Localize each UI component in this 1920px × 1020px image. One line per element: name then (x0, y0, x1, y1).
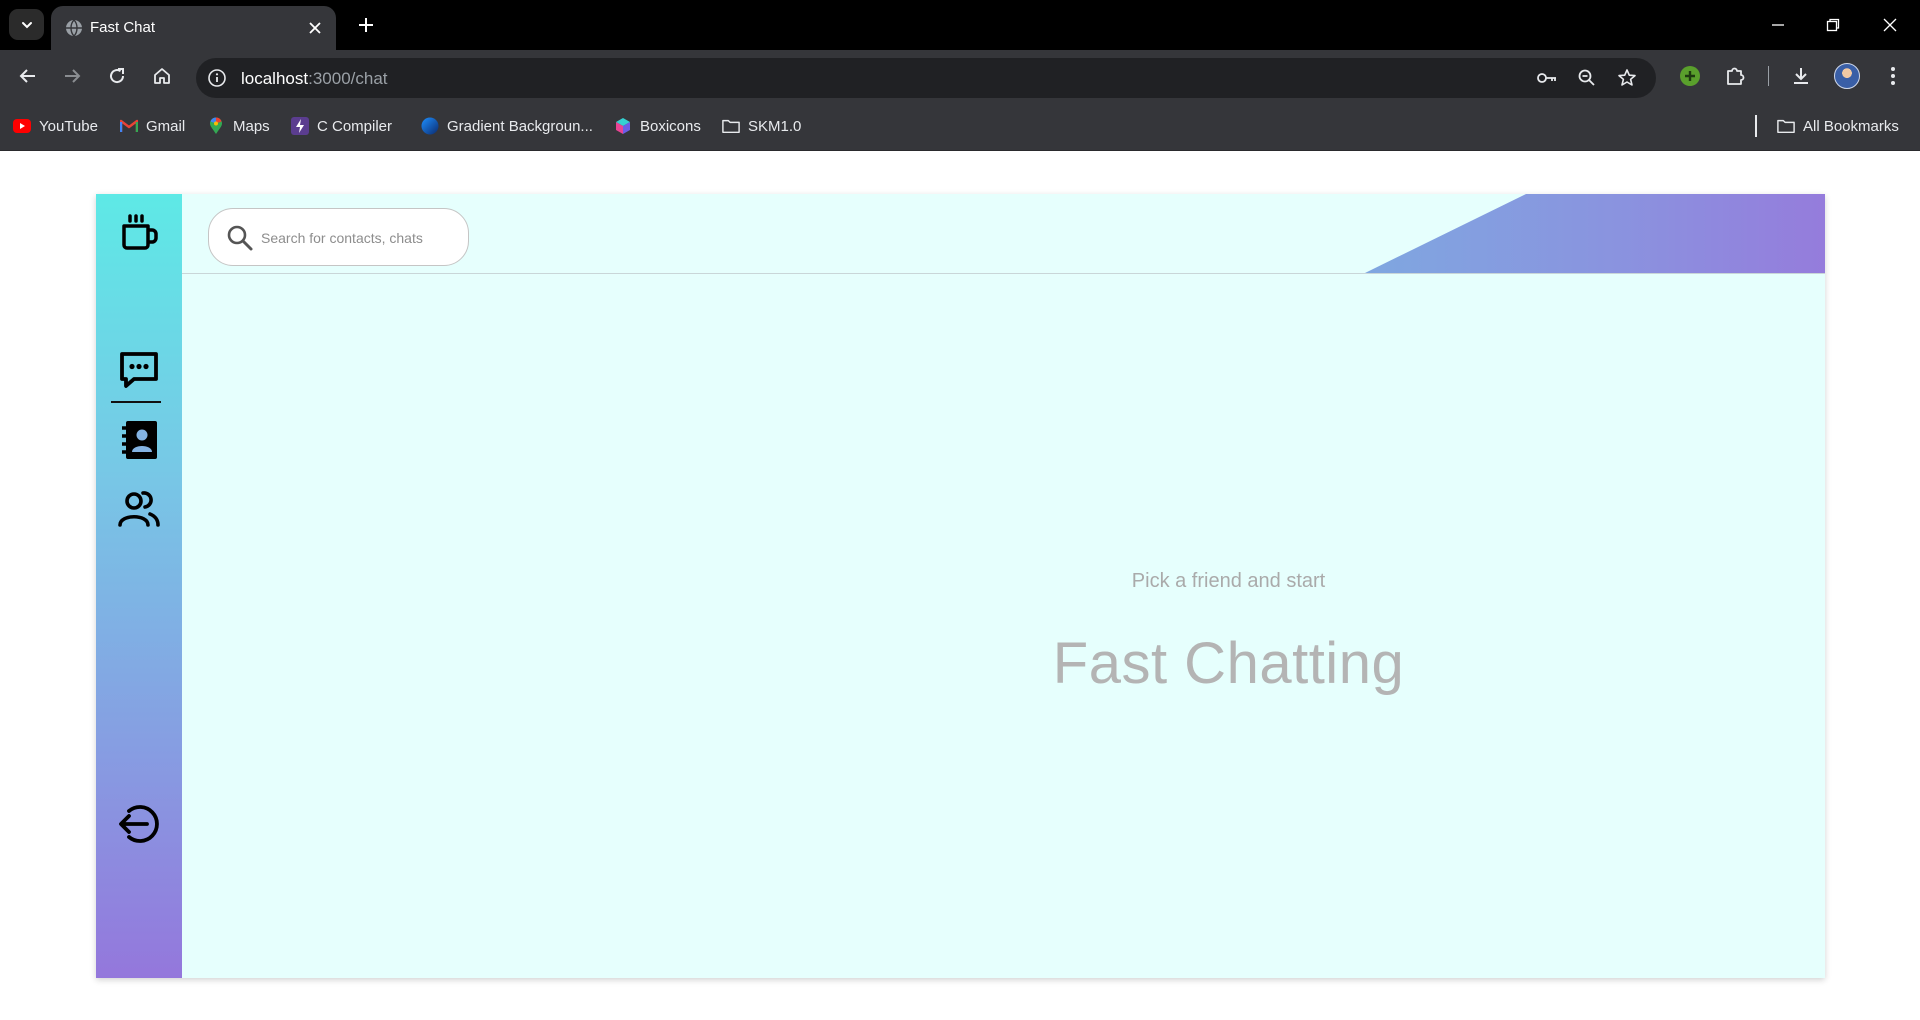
bookmark-gmail[interactable]: Gmail (120, 115, 185, 137)
sidebar-item-groups[interactable] (114, 484, 164, 534)
active-tab-indicator (111, 401, 161, 403)
home-button[interactable] (145, 59, 179, 93)
bookmark-label: Maps (233, 117, 270, 135)
reload-button[interactable] (100, 59, 134, 93)
new-tab-button[interactable] (352, 11, 380, 39)
chevron-down-icon (21, 21, 32, 28)
bookmark-youtube[interactable]: YouTube (13, 115, 98, 137)
bookmark-label: Boxicons (640, 117, 701, 135)
bookmarks-separator (1755, 115, 1757, 137)
browser-toolbar: localhost:3000/chat (0, 50, 1920, 100)
tab-close-button[interactable] (304, 17, 326, 39)
globe-icon (66, 19, 82, 37)
empty-state-subtitle: Pick a friend and start (1131, 570, 1326, 592)
bookmark-boxicons[interactable]: Boxicons (614, 115, 701, 137)
chat-app: Pick a friend and start Fast Chatting (96, 194, 1825, 978)
search-input[interactable] (261, 227, 461, 249)
bookmark-maps[interactable]: Maps (207, 115, 270, 137)
all-bookmarks-button[interactable]: All Bookmarks (1777, 115, 1899, 137)
header-decoration (1365, 194, 1825, 273)
bookmark-skm[interactable]: SKM1.0 (722, 115, 801, 137)
empty-state-title: Fast Chatting (1052, 631, 1405, 696)
restore-icon (1826, 18, 1840, 32)
restore-button[interactable] (1813, 9, 1853, 41)
address-bar[interactable]: localhost:3000/chat (196, 58, 1656, 98)
downloads-button[interactable] (1784, 59, 1818, 93)
avatar (1834, 63, 1860, 89)
coffee-cup-icon (122, 214, 158, 250)
sidebar-item-chats[interactable] (114, 345, 164, 395)
sidebar-item-contacts[interactable] (114, 415, 164, 465)
plus-icon (359, 18, 373, 32)
bookmarks-bar: YouTube Gmail Maps C Compiler Gradient B… (0, 100, 1920, 151)
browser-tab[interactable]: Fast Chat (51, 6, 336, 50)
window-close-button[interactable] (1870, 9, 1910, 41)
reload-icon (110, 68, 125, 84)
home-icon (154, 68, 170, 84)
extensions-button[interactable] (1718, 59, 1752, 93)
contact-book-icon (122, 421, 157, 459)
green-plus-extension-icon (1680, 66, 1700, 86)
bolt-icon (291, 117, 309, 135)
group-icon (118, 491, 160, 527)
forward-button[interactable] (55, 59, 89, 93)
bookmark-label: Gmail (146, 117, 186, 135)
more-vertical-icon (1891, 67, 1895, 85)
folder-icon (1777, 117, 1795, 135)
url-path: :3000/chat (308, 69, 388, 88)
browser-titlebar: Fast Chat (0, 0, 1920, 50)
tab-title: Fast Chat (90, 19, 156, 36)
arrow-right-icon (65, 69, 81, 83)
bookmark-star-button[interactable] (1614, 65, 1640, 91)
back-button[interactable] (11, 59, 45, 93)
youtube-icon (13, 117, 31, 135)
url-text: localhost:3000/chat (241, 69, 388, 89)
chat-bubble-icon (120, 352, 158, 388)
folder-icon (722, 117, 740, 135)
bookmark-c-compiler[interactable]: C Compiler (291, 115, 392, 137)
empty-chat-state: Pick a friend and start Fast Chatting (182, 274, 1825, 978)
tab-list-button[interactable] (9, 9, 44, 40)
key-icon (1537, 73, 1556, 83)
all-bookmarks-label: All Bookmarks (1803, 117, 1899, 135)
puzzle-icon (1727, 67, 1745, 85)
bookmark-label: C Compiler (317, 117, 393, 135)
search-icon (225, 223, 255, 253)
password-key-button[interactable] (1534, 65, 1560, 91)
box-icon (614, 117, 632, 135)
bookmark-gradient-background[interactable]: Gradient Backgroun... (421, 115, 593, 137)
minimize-button[interactable] (1758, 9, 1798, 41)
sidebar (96, 194, 182, 978)
extension-button[interactable] (1673, 59, 1707, 93)
bookmark-label: YouTube (39, 117, 98, 135)
download-icon (1794, 68, 1808, 84)
minimize-icon (1772, 24, 1784, 26)
maps-icon (207, 117, 225, 135)
site-info-button[interactable] (204, 65, 230, 91)
globe-icon (421, 117, 439, 135)
search-box[interactable] (208, 208, 469, 266)
gmail-icon (120, 117, 138, 135)
app-logo[interactable] (114, 208, 164, 258)
logout-icon (119, 805, 159, 843)
logout-button[interactable] (114, 799, 164, 849)
star-icon (1618, 69, 1636, 86)
close-icon (309, 22, 321, 34)
close-icon (1883, 18, 1897, 32)
page-viewport: Pick a friend and start Fast Chatting (0, 151, 1920, 1020)
arrow-left-icon (19, 69, 35, 83)
profile-button[interactable] (1830, 59, 1864, 93)
bookmark-label: SKM1.0 (748, 117, 802, 135)
browser-menu-button[interactable] (1876, 59, 1910, 93)
url-host: localhost (241, 69, 309, 88)
zoom-button[interactable] (1574, 65, 1600, 91)
zoom-out-icon (1578, 69, 1595, 86)
info-icon (208, 69, 226, 87)
app-header (182, 194, 1825, 274)
toolbar-separator (1768, 66, 1769, 86)
bookmark-label: Gradient Backgroun... (447, 117, 593, 135)
